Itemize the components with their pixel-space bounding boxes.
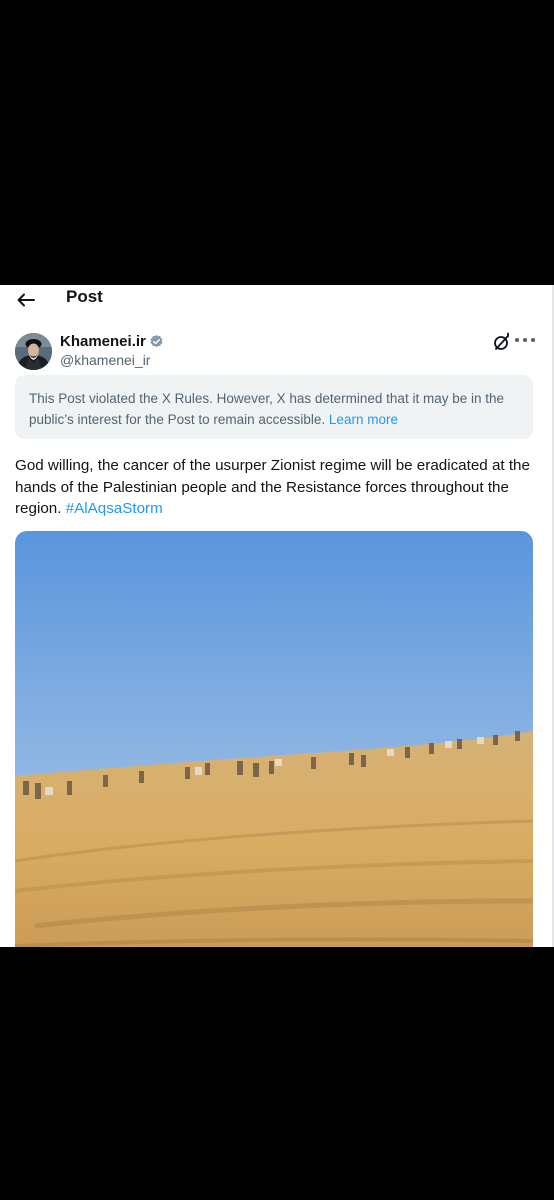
post-screen: Post Khamenei.ir @khamenei_ir This Post … [0,285,554,947]
author-name-row[interactable]: Khamenei.ir [60,333,164,350]
more-icon [515,338,535,342]
more-button[interactable] [514,330,538,350]
author-name: Khamenei.ir [60,333,146,350]
hashtag-link[interactable]: #AlAqsaStorm [66,500,163,517]
back-button[interactable] [14,288,38,312]
grok-icon [494,332,509,350]
learn-more-link[interactable]: Learn more [329,412,398,427]
avatar-image [15,333,52,370]
rules-notice: This Post violated the X Rules. However,… [15,375,533,439]
author-handle[interactable]: @khamenei_ir [60,352,150,368]
verified-badge-icon [150,334,163,348]
top-bar: Post [0,285,554,315]
grok-button[interactable] [492,332,512,352]
post-body: God willing, the cancer of the usurper Z… [15,455,540,520]
page-title: Post [66,287,103,306]
screenshot-page: Post Khamenei.ir @khamenei_ir This Post … [0,0,554,1200]
arrow-left-icon [17,293,35,307]
notice-text: This Post violated the X Rules. However,… [29,391,504,427]
video-frame [15,531,533,947]
post-video[interactable] [15,531,533,947]
avatar[interactable] [15,333,52,370]
